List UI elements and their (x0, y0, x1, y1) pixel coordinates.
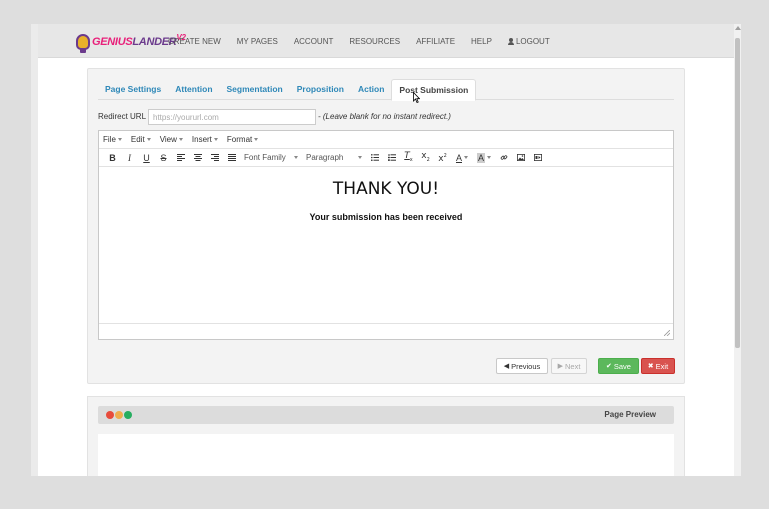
preview-title: Page Preview (604, 410, 656, 419)
numbered-list-icon[interactable] (383, 149, 400, 167)
lightbulb-icon (76, 34, 90, 53)
align-center-icon[interactable] (189, 149, 206, 167)
nav-help[interactable]: HELP (471, 37, 492, 46)
vertical-scrollbar[interactable] (734, 24, 741, 476)
nav-affiliate[interactable]: AFFILIATE (416, 37, 455, 46)
exit-button[interactable]: ✖ Exit (641, 358, 675, 374)
editor-content[interactable]: THANK YOU! Your submission has been rece… (99, 167, 673, 323)
mouse-cursor-icon (413, 92, 420, 103)
close-icon: ✖ (647, 362, 654, 370)
background-color-icon[interactable]: A (473, 152, 495, 163)
nav-menu: CREATE NEW MY PAGES ACCOUNT RESOURCES AF… (168, 24, 566, 58)
paragraph-label: Paragraph (306, 153, 344, 162)
top-navbar: GENIUSLANDERV2 CREATE NEW MY PAGES ACCOU… (38, 24, 734, 58)
logo-genius: GENIUS (92, 36, 133, 48)
align-left-icon[interactable] (172, 149, 189, 167)
caret-down-icon (178, 138, 183, 141)
save-label: Save (613, 361, 631, 371)
caret-down-icon (213, 138, 218, 141)
nav-create-new[interactable]: CREATE NEW (168, 37, 221, 46)
link-icon[interactable] (495, 149, 512, 167)
next-label: Next (564, 361, 581, 371)
menu-file[interactable]: File (103, 135, 122, 144)
previous-label: Previous (511, 361, 541, 371)
underline-icon[interactable]: U (138, 149, 155, 167)
thank-you-heading: THANK YOU! (332, 179, 440, 199)
redirect-hint: - (Leave blank for no instant redirect.) (318, 112, 451, 121)
caret-down-icon (254, 138, 259, 141)
text-color-icon[interactable]: A (451, 153, 473, 163)
italic-icon[interactable]: I (121, 149, 138, 167)
scroll-up-icon[interactable] (735, 26, 741, 30)
font-family-select[interactable]: Font Family (240, 149, 302, 167)
save-button[interactable]: ✔ Save (598, 358, 639, 374)
window-dot-red (106, 411, 114, 419)
exit-label: Exit (655, 361, 669, 371)
menu-view[interactable]: View (160, 135, 183, 144)
image-icon[interactable] (512, 149, 529, 167)
tab-proposition[interactable]: Proposition (290, 79, 351, 100)
submission-message: Your submission has been received (309, 212, 463, 222)
bold-icon[interactable]: B (104, 149, 121, 167)
editor-menubar: File Edit View Insert Format (99, 131, 673, 149)
superscript-icon[interactable]: x2 (434, 147, 451, 168)
browser-window: GENIUSLANDERV2 CREATE NEW MY PAGES ACCOU… (31, 24, 741, 476)
menu-edit-label: Edit (130, 135, 145, 144)
tab-action[interactable]: Action (351, 79, 391, 100)
resize-handle-icon[interactable] (664, 330, 670, 336)
paragraph-select[interactable]: Paragraph (302, 149, 366, 167)
font-family-label: Font Family (244, 153, 286, 162)
tab-page-settings[interactable]: Page Settings (98, 79, 168, 100)
tab-post-submission[interactable]: Post Submission (391, 79, 477, 101)
redirect-url-label: Redirect URL (98, 112, 147, 121)
media-icon[interactable] (529, 149, 546, 167)
menu-insert-label: Insert (191, 135, 212, 144)
next-button[interactable]: ▶ Next (551, 358, 587, 374)
previous-button[interactable]: ◀ Previous (496, 358, 548, 374)
caret-down-icon (117, 138, 122, 141)
menu-format[interactable]: Format (226, 135, 259, 144)
editor-statusbar (99, 323, 673, 339)
post-submission-panel: Page Settings Attention Segmentation Pro… (87, 68, 685, 384)
menu-insert[interactable]: Insert (192, 135, 218, 144)
caret-down-icon (487, 156, 491, 159)
redirect-url-input[interactable] (148, 109, 316, 125)
caret-down-icon (294, 156, 298, 159)
page-preview-panel: Page Preview (87, 396, 685, 476)
menu-file-label: File (103, 135, 116, 144)
tab-segmentation[interactable]: Segmentation (220, 79, 290, 100)
align-right-icon[interactable] (206, 149, 223, 167)
nav-logout[interactable]: LOGOUT (507, 36, 550, 46)
scrollbar-thumb[interactable] (735, 38, 740, 348)
editor-toolbar: B I U S Font Family Paragraph Tx x2 x2 A… (99, 149, 673, 167)
window-dot-green (124, 411, 132, 419)
menu-format-label: Format (226, 135, 253, 144)
clear-formatting-icon[interactable]: Tx (400, 147, 417, 169)
left-edge (31, 24, 38, 476)
caret-down-icon (358, 156, 362, 159)
align-justify-icon[interactable] (223, 149, 240, 167)
menu-edit[interactable]: Edit (131, 135, 151, 144)
settings-tabs: Page Settings Attention Segmentation Pro… (98, 79, 674, 101)
subscript-icon[interactable]: x2 (417, 147, 434, 169)
window-dot-yellow (115, 411, 123, 419)
caret-down-icon (146, 138, 151, 141)
caret-down-icon (464, 156, 468, 159)
nav-my-pages[interactable]: MY PAGES (237, 37, 278, 46)
preview-window-bar: Page Preview (98, 406, 674, 424)
bullet-list-icon[interactable] (366, 149, 383, 167)
nav-logout-label: LOGOUT (515, 36, 550, 46)
tab-attention[interactable]: Attention (168, 79, 219, 100)
menu-view-label: View (159, 135, 177, 144)
preview-body (98, 434, 674, 476)
user-icon (507, 37, 514, 45)
nav-account[interactable]: ACCOUNT (294, 37, 334, 46)
arrow-right-circle-icon: ▶ (557, 362, 563, 370)
rich-text-editor: File Edit View Insert Format B I U S Fon… (98, 130, 674, 340)
nav-resources[interactable]: RESOURCES (349, 37, 400, 46)
arrow-left-circle-icon: ◀ (503, 362, 510, 370)
strikethrough-icon[interactable]: S (155, 149, 172, 167)
check-icon: ✔ (606, 362, 612, 370)
